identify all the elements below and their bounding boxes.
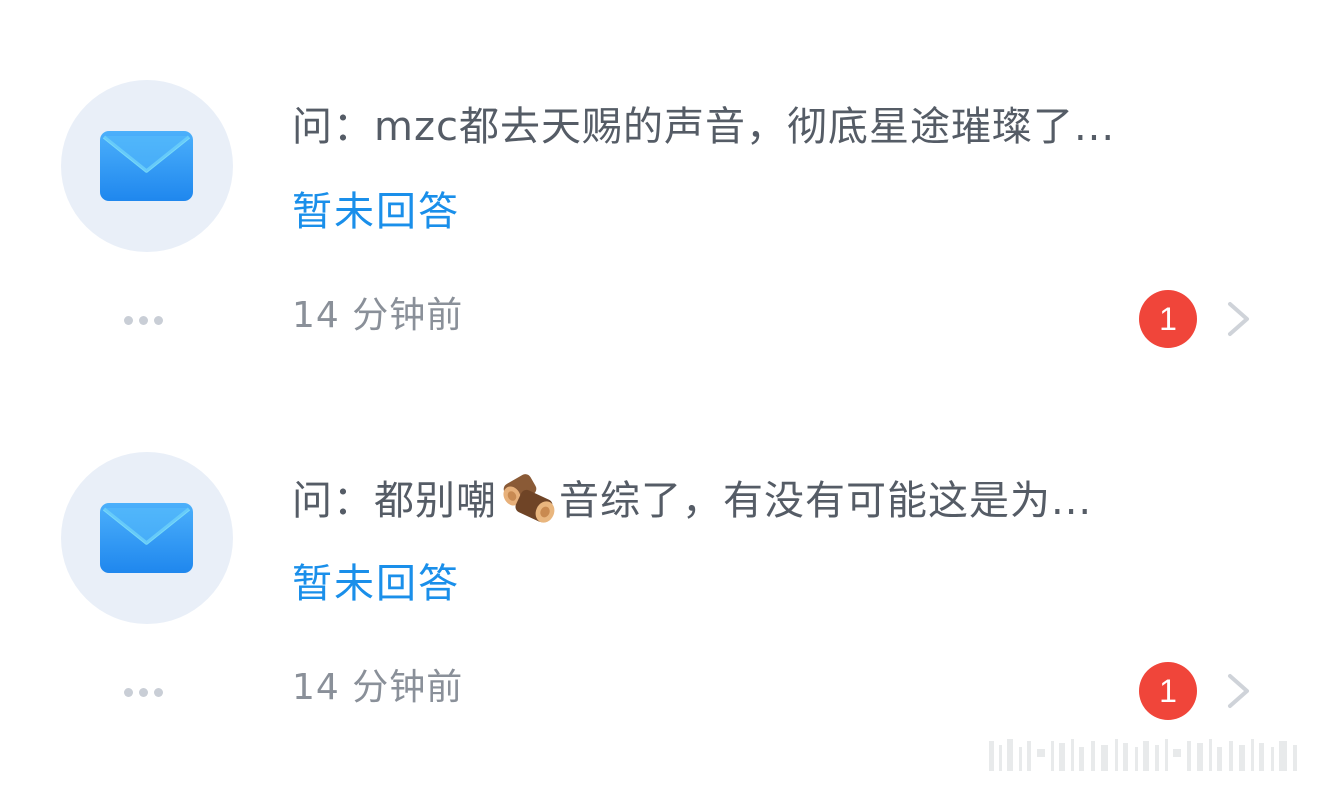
envelope-icon	[100, 131, 193, 201]
question-text: 问：都别嘲 音综了，有没有可能这是为...	[292, 474, 1252, 526]
wood-log-emoji	[503, 474, 555, 523]
chevron-right-icon[interactable]	[1226, 300, 1252, 338]
inbox-page: 问：mzc都去天赐的声音，彻底星途璀璨了... 暂未回答 14 分钟前 1 问：…	[0, 0, 1320, 785]
more-options-icon[interactable]	[124, 682, 170, 697]
more-options-icon[interactable]	[124, 310, 170, 325]
message-item[interactable]: 问：mzc都去天赐的声音，彻底星途璀璨了... 暂未回答 14 分钟前 1	[0, 78, 1320, 378]
timestamp: 14 分钟前	[292, 295, 464, 336]
timestamp: 14 分钟前	[292, 667, 464, 708]
avatar[interactable]	[61, 80, 233, 252]
unread-badge: 1	[1139, 290, 1197, 348]
answer-status: 暂未回答	[292, 561, 460, 607]
message-item[interactable]: 问：都别嘲 音综了，有没有可能这是为... 暂未回答 14 分钟前 1	[0, 450, 1320, 750]
chevron-right-icon[interactable]	[1226, 672, 1252, 710]
envelope-icon	[100, 503, 193, 573]
unread-badge: 1	[1139, 662, 1197, 720]
watermark	[989, 739, 1297, 771]
answer-status: 暂未回答	[292, 189, 460, 235]
avatar[interactable]	[61, 452, 233, 624]
question-text: 问：mzc都去天赐的声音，彻底星途璀璨了...	[292, 104, 1116, 150]
